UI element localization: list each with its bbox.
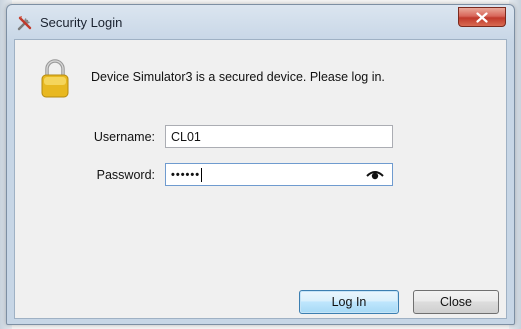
- password-field[interactable]: ••••••: [165, 163, 393, 186]
- password-label: Password:: [96, 168, 155, 182]
- security-login-dialog: Security Login Device Simulator3 is a se…: [6, 4, 515, 325]
- text-caret: [201, 167, 203, 182]
- username-label: Username:: [93, 130, 155, 144]
- username-value: CL01: [171, 129, 201, 144]
- password-masked-value: ••••••: [171, 168, 201, 181]
- window-title: Security Login: [40, 15, 123, 30]
- dialog-content: Device Simulator3 is a secured device. P…: [14, 39, 507, 319]
- security-message: Device Simulator3 is a secured device. P…: [91, 70, 385, 84]
- log-in-button[interactable]: Log In: [299, 290, 399, 314]
- title-bar[interactable]: Security Login: [7, 5, 514, 39]
- username-field[interactable]: CL01: [165, 125, 393, 148]
- eye-icon[interactable]: [366, 169, 384, 181]
- close-button[interactable]: Close: [413, 290, 499, 314]
- padlock-icon: [39, 57, 71, 99]
- tools-icon: [16, 14, 34, 32]
- close-icon: [476, 11, 488, 23]
- window-close-button[interactable]: [458, 7, 506, 27]
